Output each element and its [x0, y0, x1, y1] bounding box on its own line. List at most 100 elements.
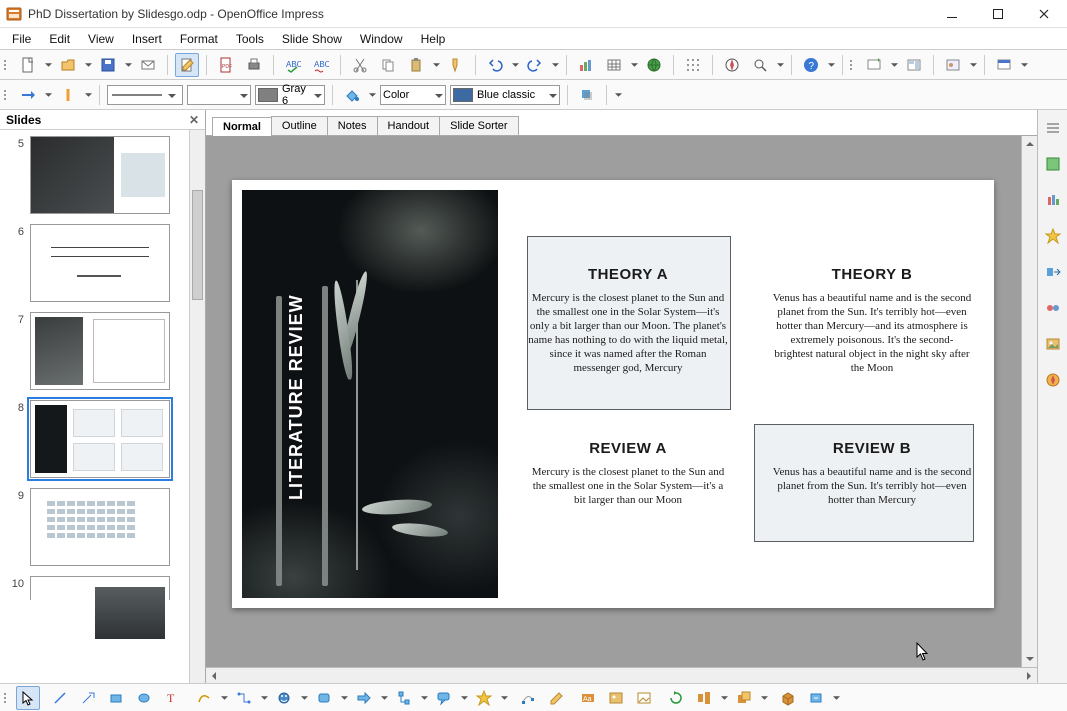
canvas-horizontal-scrollbar[interactable]: [206, 667, 1037, 683]
redo-button[interactable]: [523, 53, 547, 77]
textbox-theory-b[interactable]: THEORY B Venus has a beautiful name and …: [772, 238, 972, 375]
window-minimize-button[interactable]: [929, 0, 975, 28]
slides-list[interactable]: 5 6 7 8: [0, 130, 189, 683]
paste-button[interactable]: [404, 53, 428, 77]
export-pdf-button[interactable]: PDF: [214, 53, 238, 77]
slide-design-button[interactable]: [941, 53, 965, 77]
print-button[interactable]: [242, 53, 266, 77]
zoom-button[interactable]: [748, 53, 772, 77]
chart-button[interactable]: [574, 53, 598, 77]
paste-dropdown[interactable]: [432, 53, 440, 77]
current-slide[interactable]: LITERATURE REVIEW THEORY A Mercury is th…: [232, 180, 994, 608]
copy-button[interactable]: [376, 53, 400, 77]
spellcheck-button[interactable]: ABC: [281, 53, 305, 77]
tab-slidesorter[interactable]: Slide Sorter: [439, 116, 518, 135]
textbox-theory-a[interactable]: THEORY A Mercury is the closest planet t…: [528, 238, 728, 418]
fill-type-select[interactable]: Color: [380, 85, 446, 105]
menu-window[interactable]: Window: [352, 30, 411, 48]
save-dropdown[interactable]: [124, 53, 132, 77]
toolbar-grip-2[interactable]: [850, 54, 856, 76]
grid-button[interactable]: [681, 53, 705, 77]
redo-dropdown[interactable]: [551, 53, 559, 77]
basic-shapes-dropdown[interactable]: [300, 686, 308, 710]
arrange-button[interactable]: [732, 686, 756, 710]
select-tool-button[interactable]: [16, 686, 40, 710]
from-file-button[interactable]: [604, 686, 628, 710]
slide-canvas[interactable]: LITERATURE REVIEW THEORY A Mercury is th…: [206, 136, 1021, 667]
toolbar-overflow-4[interactable]: [832, 686, 840, 710]
new-document-button[interactable]: [16, 53, 40, 77]
gluepoints-button[interactable]: [544, 686, 568, 710]
menu-format[interactable]: Format: [172, 30, 226, 48]
tab-notes[interactable]: Notes: [327, 116, 378, 135]
table-dropdown[interactable]: [630, 53, 638, 77]
auto-spellcheck-button[interactable]: ABC: [309, 53, 333, 77]
undo-button[interactable]: [483, 53, 507, 77]
master-pages-pane-icon[interactable]: [1041, 188, 1065, 212]
format-paintbrush-button[interactable]: [444, 53, 468, 77]
fill-color-select[interactable]: Blue classic: [450, 85, 560, 105]
arrow-tool-button[interactable]: [76, 686, 100, 710]
slide-left-panel[interactable]: LITERATURE REVIEW: [242, 190, 498, 598]
undo-dropdown[interactable]: [511, 53, 519, 77]
line-endstyle-dropdown[interactable]: [84, 83, 92, 107]
menu-tools[interactable]: Tools: [228, 30, 272, 48]
tab-normal[interactable]: Normal: [212, 117, 272, 136]
callouts-button[interactable]: [432, 686, 456, 710]
save-button[interactable]: [96, 53, 120, 77]
task-pane-toggle-icon[interactable]: [1041, 116, 1065, 140]
line-style-select[interactable]: [107, 85, 183, 105]
slide-thumbnail-10[interactable]: [30, 576, 170, 600]
menu-slideshow[interactable]: Slide Show: [274, 30, 350, 48]
curve-tool-dropdown[interactable]: [220, 686, 228, 710]
window-maximize-button[interactable]: [975, 0, 1021, 28]
new-document-dropdown[interactable]: [44, 53, 52, 77]
stars-dropdown[interactable]: [500, 686, 508, 710]
shadow-button[interactable]: [575, 83, 599, 107]
help-button[interactable]: ?: [799, 53, 823, 77]
gallery-pane-icon[interactable]: [1041, 332, 1065, 356]
line-width-select[interactable]: [187, 85, 251, 105]
fill-bucket-button[interactable]: [340, 83, 364, 107]
rotate-button[interactable]: [664, 686, 688, 710]
connector-tool-button[interactable]: [232, 686, 256, 710]
slides-scrollbar[interactable]: [189, 130, 205, 683]
fill-bucket-dropdown[interactable]: [368, 83, 376, 107]
hyperlink-button[interactable]: [642, 53, 666, 77]
basic-shapes-button[interactable]: [272, 686, 296, 710]
stars-button[interactable]: [472, 686, 496, 710]
styles-pane-icon[interactable]: [1041, 296, 1065, 320]
table-button[interactable]: [602, 53, 626, 77]
line-endstyle-button[interactable]: [56, 83, 80, 107]
fontwork-button[interactable]: Aa: [576, 686, 600, 710]
menu-edit[interactable]: Edit: [41, 30, 78, 48]
text-tool-button[interactable]: T: [160, 686, 184, 710]
symbol-shapes-button[interactable]: [312, 686, 336, 710]
menu-insert[interactable]: Insert: [124, 30, 170, 48]
points-edit-button[interactable]: [516, 686, 540, 710]
open-dropdown[interactable]: [84, 53, 92, 77]
open-button[interactable]: [56, 53, 80, 77]
cut-button[interactable]: [348, 53, 372, 77]
extrusion-button[interactable]: [776, 686, 800, 710]
line-color-select[interactable]: Gray 6: [255, 85, 325, 105]
insert-slide-dropdown[interactable]: [890, 53, 898, 77]
slide-title[interactable]: LITERATURE REVIEW: [286, 294, 307, 500]
zoom-dropdown[interactable]: [776, 53, 784, 77]
slide-thumbnail-5[interactable]: [30, 136, 170, 214]
slide-transition-pane-icon[interactable]: [1041, 260, 1065, 284]
navigator-pane-icon[interactable]: [1041, 368, 1065, 392]
edit-file-button[interactable]: [175, 53, 199, 77]
block-arrows-button[interactable]: [352, 686, 376, 710]
toolbar-grip[interactable]: [4, 54, 10, 76]
menu-file[interactable]: File: [4, 30, 39, 48]
gallery-button[interactable]: [632, 686, 656, 710]
flowchart-button[interactable]: [392, 686, 416, 710]
ellipse-tool-button[interactable]: [132, 686, 156, 710]
toolbar-overflow-1[interactable]: [827, 53, 835, 77]
interaction-button[interactable]: [804, 686, 828, 710]
start-slideshow-button[interactable]: [992, 53, 1016, 77]
curve-tool-button[interactable]: [192, 686, 216, 710]
window-close-button[interactable]: [1021, 0, 1067, 28]
tab-outline[interactable]: Outline: [271, 116, 328, 135]
